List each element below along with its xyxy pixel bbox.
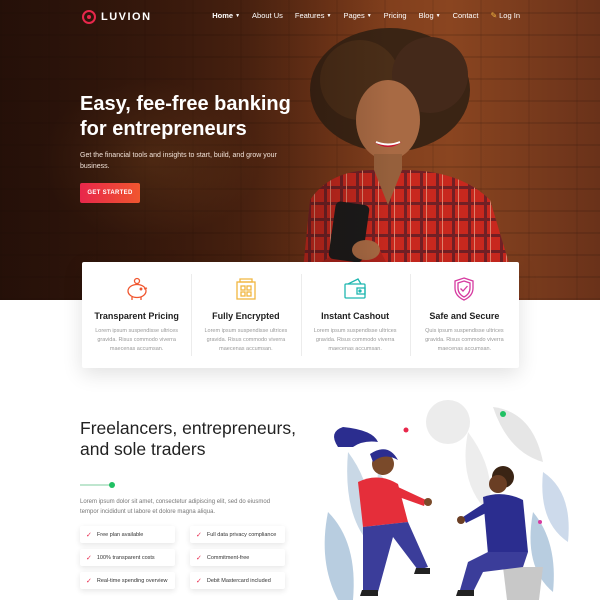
hero-subtitle: Get the financial tools and insights to … bbox=[80, 152, 277, 170]
check-label: Full data privacy compliance bbox=[206, 531, 277, 538]
feature-title: Instant Cashout bbox=[321, 311, 390, 321]
chevron-down-icon: ▼ bbox=[326, 12, 332, 19]
feature-title: Fully Encrypted bbox=[212, 311, 280, 321]
check-item: ✓ Debit Mastercard included bbox=[190, 572, 285, 589]
vault-icon bbox=[236, 278, 256, 300]
hero-title: Easy, fee-free banking for entrepreneurs bbox=[80, 92, 320, 142]
brand-logo[interactable]: LUVION bbox=[82, 10, 152, 24]
check-item: ✓ Commitment-free bbox=[190, 549, 285, 566]
nav-label: About Us bbox=[252, 11, 283, 20]
nav-label: Blog bbox=[418, 11, 434, 20]
nav-item-pages[interactable]: Pages ▼ bbox=[343, 11, 371, 20]
chevron-down-icon: ▼ bbox=[366, 12, 372, 19]
navbar: LUVION Home ▼ About Us Features ▼ Pages ▼ P… bbox=[0, 0, 600, 34]
nav-item-contact[interactable]: Contact bbox=[453, 11, 479, 20]
nav-label: Home bbox=[212, 11, 234, 20]
check-icon: ✓ bbox=[86, 577, 92, 585]
feature-card-fully-encrypted: Fully Encrypted Lorem ipsum suspendisse … bbox=[191, 262, 300, 368]
nav-item-home[interactable]: Home ▼ bbox=[212, 11, 240, 20]
check-icon: ✓ bbox=[86, 554, 92, 562]
check-item: ✓ 100% transparent costs bbox=[80, 549, 175, 566]
nav-label: Features bbox=[294, 11, 325, 20]
brand-name: LUVION bbox=[101, 11, 152, 23]
people-talking-illustration bbox=[324, 400, 569, 600]
section-text: Lorem ipsum dolor sit amet, consectetur … bbox=[80, 499, 271, 515]
check-label: Real-time spending overview bbox=[96, 577, 168, 584]
shield-check-icon bbox=[454, 277, 475, 301]
nav-item-features[interactable]: Features ▼ bbox=[295, 11, 332, 20]
piggy-bank-icon bbox=[126, 277, 147, 300]
check-label: Debit Mastercard included bbox=[206, 577, 271, 584]
check-label: Commitment-free bbox=[206, 554, 250, 561]
chevron-down-icon: ▼ bbox=[435, 12, 441, 19]
nav-item-pricing[interactable]: Pricing bbox=[384, 11, 407, 20]
nav-label: Pages bbox=[343, 11, 365, 20]
check-icon: ✓ bbox=[196, 531, 202, 539]
feature-text: Quis ipsum suspendisse ultrices gravida.… bbox=[425, 328, 504, 352]
feature-title: Transparent Pricing bbox=[94, 311, 179, 321]
check-icon: ✓ bbox=[86, 531, 92, 539]
get-started-button[interactable]: GET STARTED bbox=[80, 183, 140, 203]
logo-icon bbox=[82, 10, 96, 24]
feature-title: Safe and Secure bbox=[429, 311, 500, 321]
check-label: 100% transparent costs bbox=[96, 554, 155, 561]
section-divider-dot bbox=[109, 482, 115, 488]
check-item: ✓ Real-time spending overview bbox=[80, 572, 175, 589]
check-icon: ✓ bbox=[196, 577, 202, 585]
feature-text: Lorem ipsum suspendisse ultrices gravida… bbox=[204, 328, 288, 352]
check-item: ✓ Free plan available bbox=[80, 526, 175, 543]
feature-text: Lorem ipsum suspendisse ultrices gravida… bbox=[313, 328, 397, 352]
main-menu: Home ▼ About Us Features ▼ Pages ▼ Pricing … bbox=[212, 11, 520, 20]
feature-checklist: ✓ Free plan available ✓ Full data privacy … bbox=[80, 526, 290, 589]
hero-title-line1: Easy, fee-free banking bbox=[80, 93, 291, 115]
nav-item-blog[interactable]: Blog ▼ bbox=[419, 11, 441, 20]
hero-title-line2: for entrepreneurs bbox=[80, 118, 247, 140]
login-link[interactable]: ✎ Log In bbox=[490, 11, 520, 20]
nav-item-about[interactable]: About Us bbox=[252, 11, 283, 20]
feature-cards: Transparent Pricing Lorem ipsum suspendi… bbox=[82, 262, 519, 368]
section-divider bbox=[80, 484, 110, 486]
check-label: Free plan available bbox=[96, 531, 144, 538]
feature-card-instant-cashout: Instant Cashout Lorem ipsum suspendisse … bbox=[300, 262, 410, 368]
check-icon: ✓ bbox=[196, 554, 202, 562]
nav-label: Pricing bbox=[383, 11, 407, 20]
check-item: ✓ Full data privacy compliance bbox=[190, 526, 285, 543]
feature-card-safe-secure: Safe and Secure Quis ipsum suspendisse u… bbox=[409, 262, 519, 368]
user-icon: ✎ bbox=[490, 11, 498, 20]
feature-card-transparent-pricing: Transparent Pricing Lorem ipsum suspendi… bbox=[82, 262, 191, 368]
nav-label: Contact bbox=[452, 11, 479, 20]
login-label: Log In bbox=[499, 11, 520, 20]
section-title: Freelancers, entrepreneurs, and sole tra… bbox=[80, 418, 296, 459]
wallet-icon bbox=[344, 278, 366, 299]
chevron-down-icon: ▼ bbox=[235, 12, 241, 19]
feature-text: Lorem ipsum suspendisse ultrices gravida… bbox=[95, 328, 179, 352]
